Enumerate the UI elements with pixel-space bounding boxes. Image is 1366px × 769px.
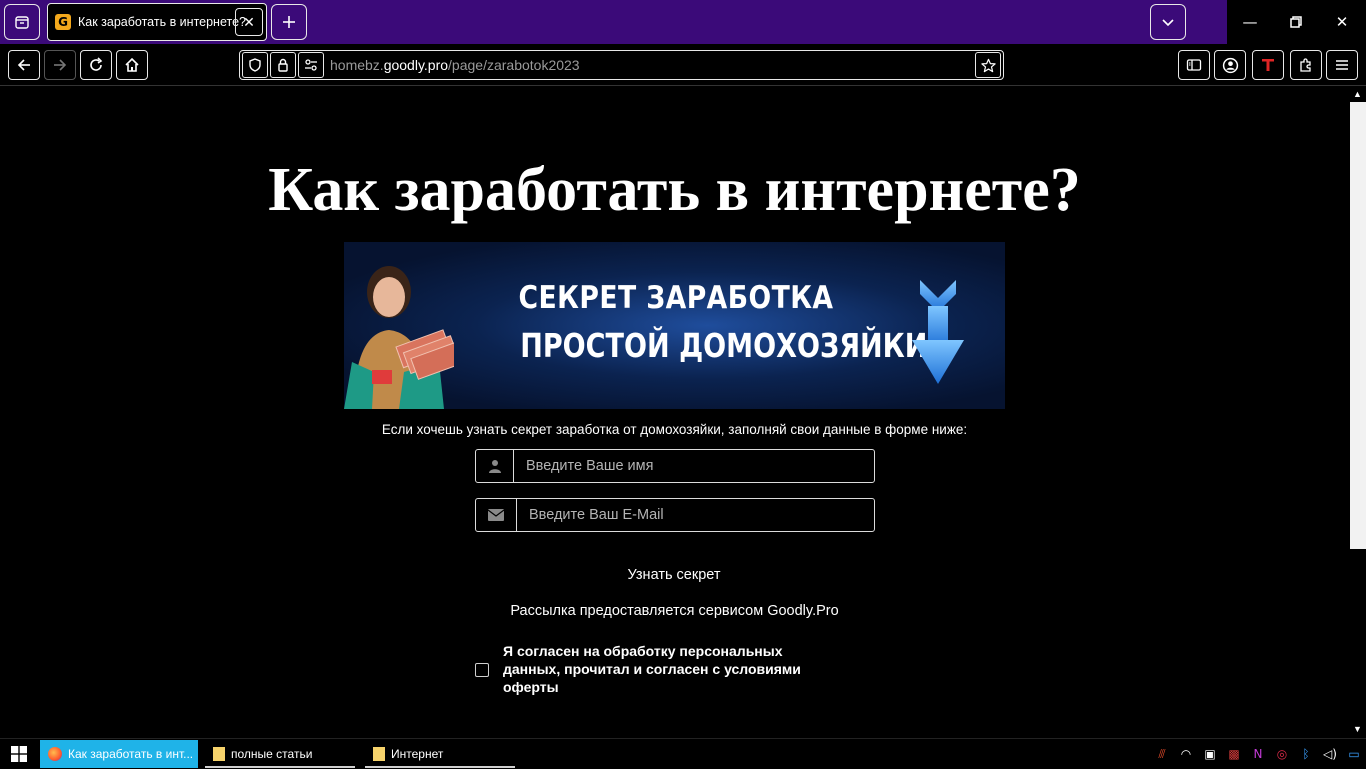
home-icon [125,57,139,72]
taskbar-item-folder-articles[interactable]: полные статьи [205,740,355,768]
back-button[interactable] [8,50,40,80]
page-scrollbar[interactable]: ▲ ▼ [1349,86,1366,738]
account-icon [1222,57,1238,73]
scrollbar-thumb[interactable] [1350,102,1366,549]
tracking-protection-button[interactable] [242,52,268,78]
tab-title: Как заработать в интернете? [78,15,246,29]
app-menu-button[interactable] [1326,50,1358,80]
active-tab[interactable]: G Как заработать в интернете? ✕ [47,3,267,41]
close-window-button[interactable]: ✕ [1319,0,1365,44]
bluetooth-icon[interactable]: ᛒ [1294,739,1318,769]
extensions-icon [1300,58,1311,72]
user-icon [488,460,501,473]
permissions-icon [305,59,317,71]
window-controls: — ✕ [1227,0,1366,44]
sidebar-button[interactable] [1178,50,1210,80]
name-field-icon-box [476,450,514,482]
lock-icon [278,58,288,72]
address-bar[interactable]: homebz.goodly.pro/page/zarabotok2023 [239,50,1004,80]
windows-taskbar: Как заработать в инт... полные статьи Ин… [0,738,1366,768]
start-button[interactable] [0,739,38,769]
extension-t-icon [1262,59,1274,71]
windows-start-icon [11,746,27,762]
taskbar-item-label: Как заработать в инт... [68,747,194,761]
extension-t-button[interactable] [1252,50,1284,80]
close-icon: ✕ [243,13,255,30]
name-field [475,449,875,483]
bookmark-button[interactable] [975,52,1001,78]
tab-close-button[interactable]: ✕ [235,8,263,36]
notifications-icon[interactable]: ▭ [1342,739,1366,769]
consent-label[interactable]: Я согласен на обработку персональных дан… [503,642,843,696]
site-favicon: G [55,14,71,30]
envelope-icon [488,509,504,521]
taskbar-item-label: полные статьи [231,747,313,761]
forward-button[interactable] [44,50,76,80]
sidebar-icon [1186,59,1202,71]
site-info-button[interactable] [270,52,296,78]
submit-button[interactable]: Узнать секрет [574,562,774,588]
scroll-up-arrow-icon[interactable]: ▲ [1352,89,1363,99]
volume-icon[interactable]: ◁) [1318,739,1342,769]
page-title: Как заработать в интернете? [268,156,1081,224]
tray-red-app-icon[interactable]: ▩ [1222,739,1246,769]
url-domain: goodly.pro [383,57,449,73]
form-intro-text: Если хочешь узнать секрет заработка от д… [381,422,968,437]
minimize-button[interactable]: — [1227,0,1273,44]
reload-icon [90,57,103,71]
permissions-button[interactable] [298,52,324,78]
tray-n-app-icon[interactable]: N [1246,739,1270,769]
tab-overview-icon [15,16,29,29]
plus-icon [283,16,295,28]
restore-icon [1290,16,1302,28]
name-input[interactable] [514,451,874,481]
email-input[interactable] [517,500,874,530]
reload-button[interactable] [80,50,112,80]
menu-icon [1336,60,1348,70]
extensions-button[interactable] [1290,50,1322,80]
tray-opera-icon[interactable]: ◎ [1270,739,1294,769]
url-prefix: homebz. [330,57,384,73]
home-button[interactable] [116,50,148,80]
banner-title-line1: СЕКРЕТ ЗАРАБОТКА [518,280,834,316]
new-tab-button[interactable] [271,4,307,40]
url-path: /page/zarabotok2023 [448,57,580,73]
list-all-tabs-button[interactable] [1150,4,1186,40]
email-field [475,498,875,532]
tab-strip: G Как заработать в интернете? ✕ — ✕ [0,0,1366,44]
folder-icon [373,747,385,761]
forward-icon [54,59,67,71]
tray-monitor-icon[interactable]: ▣ [1198,739,1222,769]
page-content: Как заработать в интернете? СЕКРЕТ ЗАРАБ… [0,86,1349,738]
woman-with-money-image [344,266,454,409]
service-text: Рассылка предоставляется сервисом Goodly… [510,603,839,619]
system-tray: ⫻ ◠ ▣ ▩ N ◎ ᛒ ◁) ▭ [1150,739,1366,769]
url-text[interactable]: homebz.goodly.pro/page/zarabotok2023 [330,57,580,73]
folder-icon [213,747,225,761]
navigation-bar: homebz.goodly.pro/page/zarabotok2023 [0,44,1366,86]
window-close-icon: ✕ [1335,13,1349,31]
taskbar-item-label: Интернет [391,747,444,761]
chevron-down-icon [1162,19,1174,27]
star-icon [980,58,996,72]
banner-title-line2: ПРОСТОЙ ДОМОХОЗЯЙКИ [520,326,928,365]
promo-banner[interactable]: СЕКРЕТ ЗАРАБОТКА ПРОСТОЙ ДОМОХОЗЯЙКИ [344,242,1005,409]
arrow-down-icon [912,280,964,384]
restore-button[interactable] [1273,0,1319,44]
taskbar-item-folder-internet[interactable]: Интернет [365,740,515,768]
tab-overview-button[interactable] [4,4,40,40]
shield-icon [249,58,261,72]
minimize-icon: — [1242,13,1258,31]
account-button[interactable] [1214,50,1246,80]
scroll-down-arrow-icon[interactable]: ▼ [1352,724,1363,734]
firefox-icon [48,747,62,761]
network-icon[interactable]: ◠ [1174,739,1198,769]
tray-app-icon[interactable]: ⫻ [1150,739,1174,769]
back-icon [17,59,30,71]
email-field-icon-box [476,499,517,531]
taskbar-item-firefox[interactable]: Как заработать в инт... [40,740,198,768]
consent-checkbox[interactable] [475,663,489,677]
